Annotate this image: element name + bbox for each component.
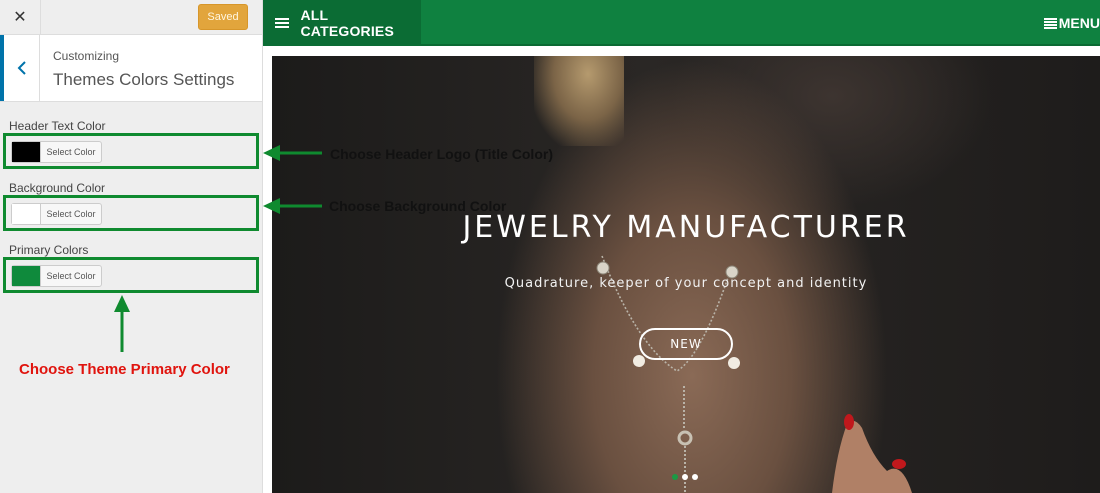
slider-dot-1[interactable]	[672, 474, 678, 480]
header-text-color-highlight: Select Color	[3, 133, 259, 169]
customizer-panel: ✕ Saved Customizing Themes Colors Settin…	[0, 0, 263, 493]
slider-dots	[672, 474, 698, 480]
hero-title: JEWELRY MANUFACTURER	[462, 210, 910, 245]
section-breadcrumb: Customizing	[53, 49, 120, 63]
back-button[interactable]	[0, 35, 40, 101]
slider-dot-2[interactable]	[682, 474, 688, 480]
hero-slider: JEWELRY MANUFACTURER Quadrature, keeper …	[272, 56, 1100, 493]
section-header: Customizing Themes Colors Settings	[0, 35, 262, 102]
chevron-left-icon	[17, 61, 26, 75]
color-swatch	[12, 142, 41, 162]
section-title: Themes Colors Settings	[53, 70, 235, 89]
primary-color-picker[interactable]: Select Color	[11, 265, 102, 287]
header-text-color-picker[interactable]: Select Color	[11, 141, 102, 163]
select-color-label: Select Color	[46, 147, 96, 157]
select-color-label: Select Color	[46, 209, 96, 219]
site-navbar: ALL CATEGORIES MENU	[263, 0, 1100, 46]
annotation-header: Choose Header Logo (Title Color)	[330, 146, 553, 162]
slider-dot-3[interactable]	[692, 474, 698, 480]
select-color-label: Select Color	[46, 271, 96, 281]
primary-colors-label: Primary Colors	[9, 243, 89, 257]
color-swatch	[12, 266, 41, 286]
menu-button[interactable]: MENU	[1043, 0, 1100, 46]
all-categories-label: ALL CATEGORIES	[300, 7, 395, 39]
annotation-background: Choose Background Color	[329, 198, 507, 214]
color-swatch	[12, 204, 41, 224]
annotation-primary: Choose Theme Primary Color	[19, 361, 230, 378]
hero-subtitle: Quadrature, keeper of your concept and i…	[504, 276, 868, 291]
menu-icon	[1043, 17, 1057, 29]
necklace-graphic	[596, 255, 912, 493]
background-color-highlight: Select Color	[3, 195, 259, 231]
header-text-color-label: Header Text Color	[9, 119, 106, 133]
hamburger-icon	[275, 18, 289, 28]
close-icon[interactable]: ✕	[0, 0, 41, 34]
menu-label: MENU	[1058, 15, 1100, 31]
background-color-label: Background Color	[9, 181, 106, 195]
saved-button[interactable]: Saved	[198, 4, 248, 30]
new-button[interactable]: NEW	[639, 328, 733, 360]
background-color-picker[interactable]: Select Color	[11, 203, 102, 225]
customizer-topbar: ✕ Saved	[0, 0, 262, 35]
primary-colors-highlight: Select Color	[3, 257, 259, 293]
all-categories-button[interactable]: ALL CATEGORIES	[263, 0, 421, 46]
